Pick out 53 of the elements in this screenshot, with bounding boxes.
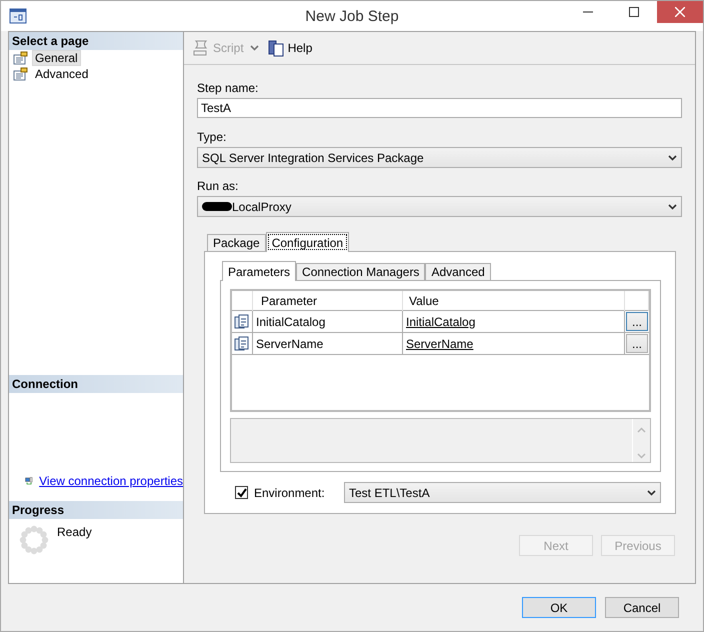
close-button[interactable] — [657, 1, 703, 23]
field-label: Type: — [197, 130, 228, 145]
parameter-icon — [234, 314, 250, 330]
table-cell: ServerName — [253, 333, 403, 354]
type-dropdown[interactable]: SQL Server Integration Services Package — [197, 147, 682, 168]
column-header: Parameter — [253, 291, 403, 311]
tab[interactable]: Parameters — [222, 261, 296, 281]
scroll-down-icon — [637, 453, 646, 459]
table-cell: ServerName — [403, 333, 625, 354]
tab[interactable]: Package — [207, 234, 266, 251]
section-header: Progress — [9, 501, 183, 519]
status-text: Ready — [57, 525, 92, 541]
step-name-field[interactable]: TestA — [197, 98, 682, 118]
field-label: Step name: — [197, 81, 260, 96]
environment-dropdown[interactable]: Test ETL\TestA — [344, 482, 661, 503]
caret-icon — [668, 204, 677, 210]
window-title: New Job Step — [304, 8, 400, 24]
tab[interactable]: Configuration — [266, 232, 350, 252]
section-header: Select a page — [9, 32, 183, 50]
table-cell: InitialCatalog — [403, 311, 625, 332]
environment-checkbox[interactable] — [235, 486, 248, 499]
tab[interactable]: Advanced — [425, 263, 491, 280]
section-header: Connection — [9, 375, 183, 393]
help-button[interactable]: Help — [264, 39, 314, 57]
page-icon — [13, 51, 29, 65]
field-value: LocalProxy — [232, 200, 292, 214]
tab[interactable]: Connection Managers — [296, 263, 426, 280]
table-cell: InitialCatalog — [253, 311, 403, 332]
ok-button[interactable]: OK — [522, 597, 596, 618]
sidebar-item[interactable]: Advanced — [33, 67, 90, 81]
field-label: Environment: — [254, 486, 326, 500]
caret-icon — [250, 45, 259, 51]
parameter-icon — [234, 336, 250, 352]
field-value: Test ETL\TestA — [349, 486, 430, 500]
scroll-up-icon — [637, 427, 646, 433]
caret-icon — [647, 490, 656, 496]
field-label: Run as: — [197, 179, 240, 194]
cancel-button[interactable]: Cancel — [605, 597, 679, 618]
close-icon — [675, 7, 685, 17]
browse-button[interactable]: ... — [626, 312, 648, 331]
book-icon — [266, 39, 285, 57]
field-value: SQL Server Integration Services Package — [202, 150, 424, 164]
caret-icon — [668, 154, 677, 160]
scroll-icon — [192, 39, 210, 57]
column-header: Value — [403, 291, 625, 311]
browse-button[interactable]: ... — [626, 334, 648, 353]
app-icon — [9, 7, 27, 25]
run-as-dropdown[interactable]: LocalProxy — [197, 196, 682, 217]
connection-link[interactable]: View connection properties — [39, 474, 183, 488]
page-icon — [13, 67, 29, 81]
spinner-icon — [19, 525, 49, 555]
maximize-icon — [629, 7, 639, 17]
sidebar-item[interactable]: General — [33, 51, 80, 65]
